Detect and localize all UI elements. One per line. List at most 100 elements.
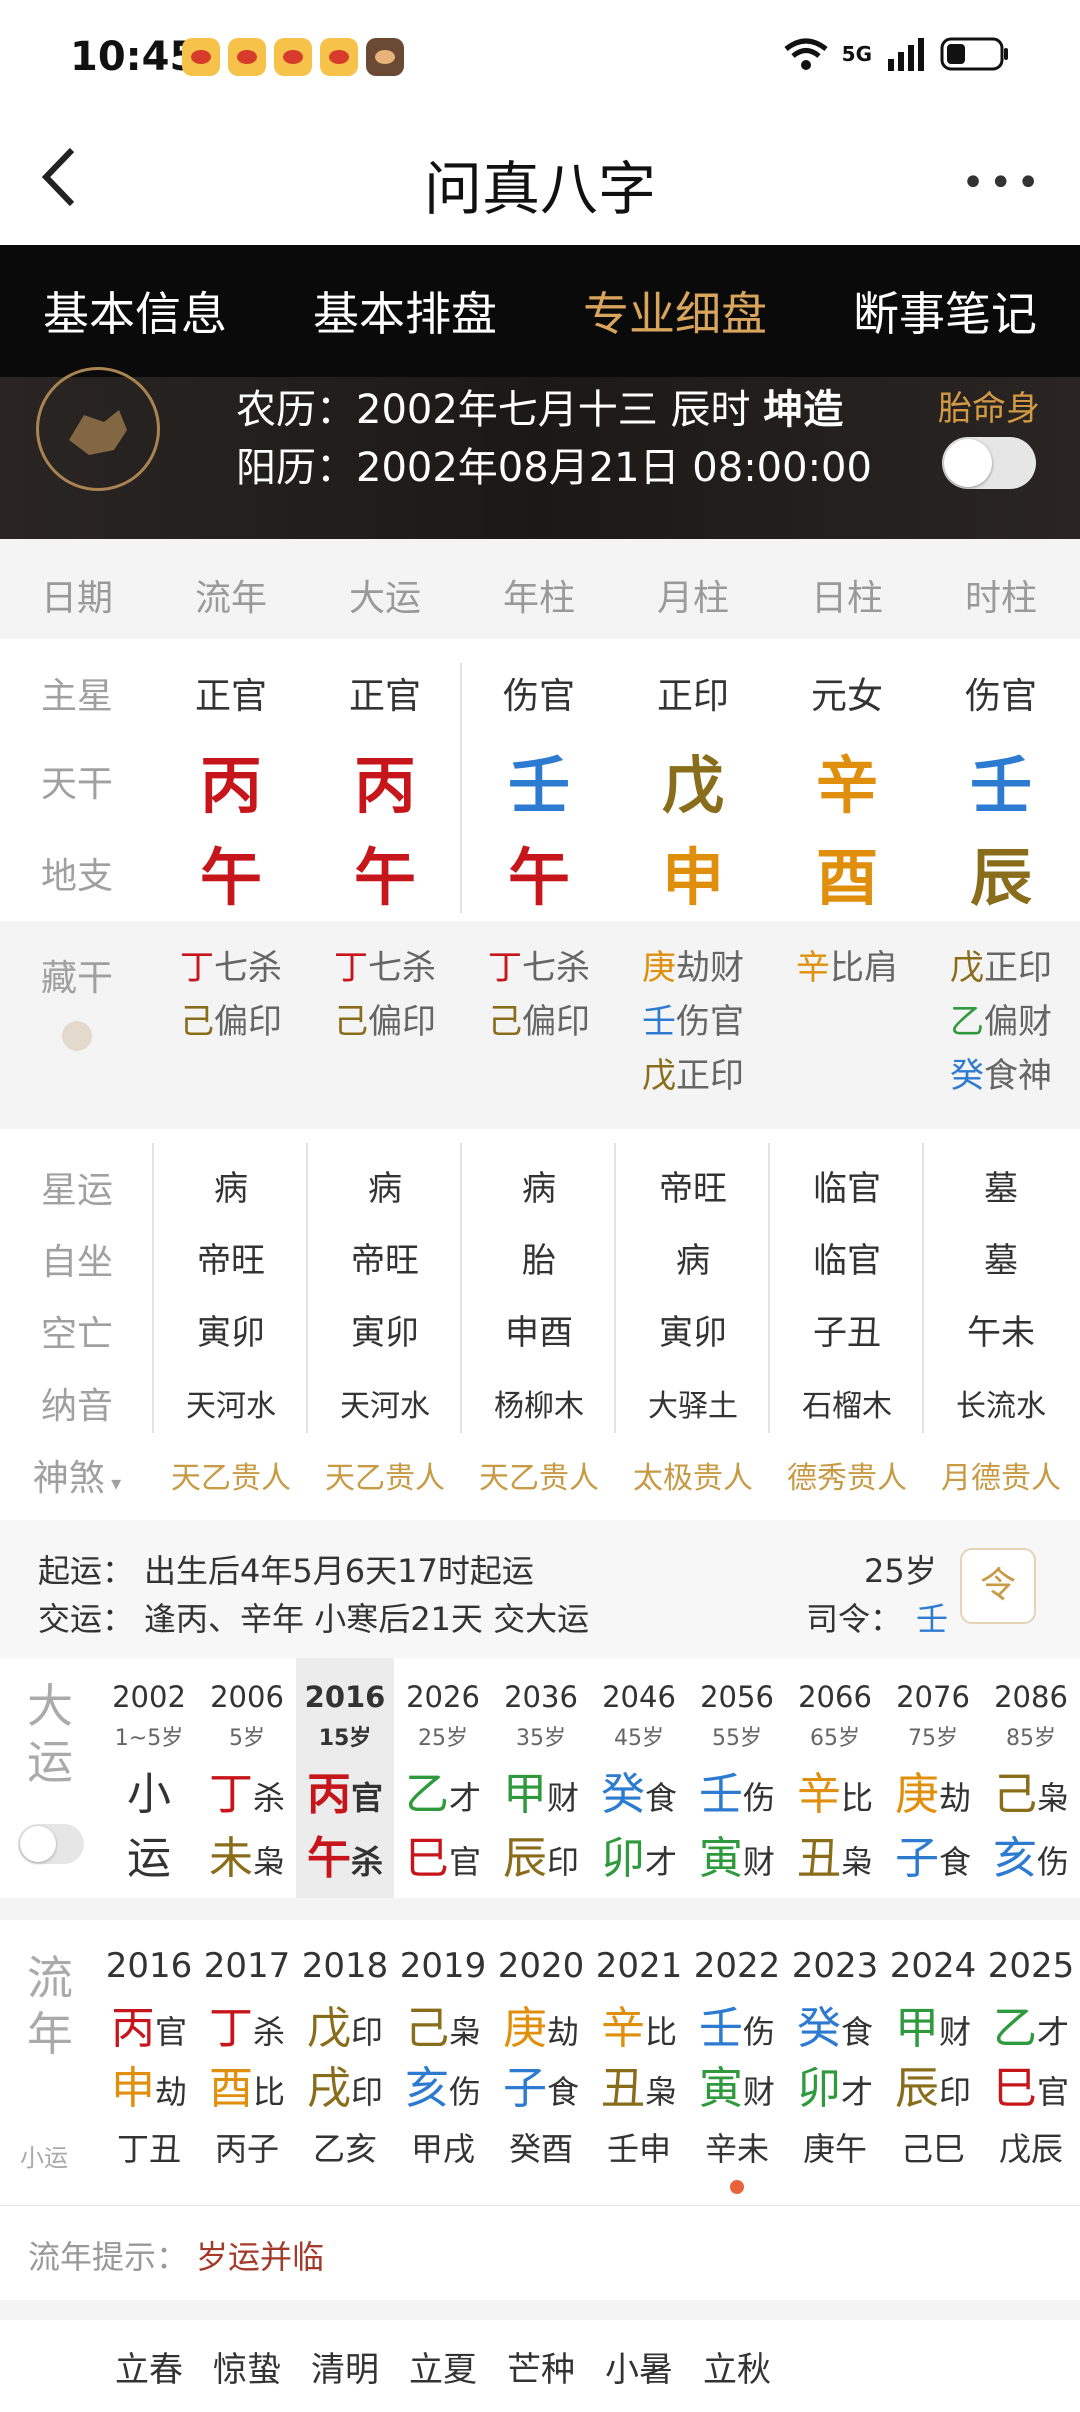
dayun-item[interactable]: 2026 25岁 乙才 巳官 (394, 1658, 492, 1898)
liunian-item-current[interactable]: 2022 壬伤 寅财 辛未 (688, 1920, 786, 2205)
dayun-item[interactable]: 2076 75岁 庚劫 子食 (884, 1658, 982, 1898)
extra-rows: 星运 自坐 空亡 纳音 神煞 ▾ 病 病 病 帝旺 临官 墓 帝旺 帝旺 胎 病… (0, 1129, 1080, 1520)
shensha-cell[interactable]: 天乙贵人 (462, 1453, 616, 1497)
tiangan-cell: 戊 (661, 749, 724, 822)
zhuxing-cell: 正官 (348, 676, 421, 717)
pillars-main: 主星 天干 地支 正官 正官 伤官 正印 元女 伤官 丙 丙 壬 戊 辛 壬 午… (0, 639, 1080, 921)
jieqi-item[interactable]: 小暑 (590, 2342, 688, 2391)
signal-icon (888, 38, 924, 71)
nayin-cell: 天河水 (186, 1389, 276, 1424)
xingyun-cell: 临官 (813, 1169, 881, 1209)
xingyun-cell: 病 (522, 1169, 556, 1209)
app-header: 问真八字 ••• (0, 120, 1080, 245)
tai-ming-shen-label: 胎命身 (938, 389, 1040, 429)
xingyun-cell: 墓 (984, 1169, 1018, 1209)
lunar-date: 农历：2002年七月十三 辰时 坤造 (236, 387, 844, 433)
nayin-cell: 大驿土 (648, 1389, 738, 1424)
shensha-cell[interactable]: 德秀贵人 (770, 1453, 924, 1497)
liunian-item[interactable]: 2017 丁杀 酉比 丙子 (198, 1920, 296, 2205)
weibo-icon (182, 38, 220, 76)
pin-icon[interactable] (62, 1021, 92, 1051)
nayin-cell: 杨柳木 (494, 1389, 584, 1424)
jieqi-item[interactable]: 立春 (100, 2342, 198, 2391)
wifi-icon (784, 38, 828, 70)
row-label-nayin: 纳音 (40, 1386, 113, 1427)
network-type: 5G (841, 42, 872, 66)
tip-text: 流年提示： 岁运并临 (28, 2238, 325, 2276)
jiaoyun-line: 交运： 逢丙、辛年 小寒后21天 交大运 (38, 1600, 590, 1638)
profile-banner: 农历：2002年七月十三 辰时 坤造 阳历：2002年08月21日 08:00:… (0, 367, 1080, 539)
canggan-cell: 辛比肩 (796, 948, 898, 988)
dayun-toggle[interactable] (18, 1824, 84, 1864)
col-dayun: 大运 (348, 578, 421, 619)
status-right: 5G (784, 36, 1010, 72)
canggan-cell: 丁七杀 己偏印 (334, 948, 436, 1042)
col-date: 日期 (40, 578, 113, 619)
jieqi-item[interactable]: 立夏 (394, 2342, 492, 2391)
liunian-item[interactable]: 2019 己枭 亥伤 甲戌 (394, 1920, 492, 2205)
battery-icon (940, 37, 1008, 71)
game-app-icon (366, 38, 404, 76)
jieqi-item[interactable]: 惊蛰 (198, 2342, 296, 2391)
dayun-item[interactable]: 2046 45岁 癸食 卯才 (590, 1658, 688, 1898)
dayun-item[interactable]: 2036 35岁 甲财 辰印 (492, 1658, 590, 1898)
tab-basic-info[interactable]: 基本信息 (0, 278, 270, 344)
liunian-item[interactable]: 2023 癸食 卯才 庚午 (786, 1920, 884, 2205)
liunian-item[interactable]: 2025 乙才 巳官 戊辰 (982, 1920, 1080, 2205)
tab-bar: 基本信息 基本排盘 专业细盘 断事笔记 (0, 245, 1080, 377)
page-title: 问真八字 (423, 155, 656, 223)
shensha-cell[interactable]: 天乙贵人 (308, 1453, 462, 1497)
kongwang-cell: 申酉 (505, 1313, 573, 1353)
jieqi-item[interactable]: 清明 (296, 2342, 394, 2391)
col-hour-pillar: 时柱 (964, 578, 1037, 619)
xingyun-cell: 帝旺 (659, 1169, 727, 1209)
kongwang-cell: 寅卯 (659, 1313, 727, 1353)
liunian-item[interactable]: 2021 辛比 丑枭 壬申 (590, 1920, 688, 2205)
toggle-knob (944, 439, 992, 487)
kongwang-cell: 午未 (967, 1313, 1035, 1353)
tai-ming-shen-toggle[interactable] (942, 437, 1036, 489)
zizuo-cell: 墓 (984, 1241, 1018, 1281)
siling: 司令：壬 (806, 1600, 949, 1638)
liunian-item[interactable]: 2020 庚劫 子食 癸酉 (492, 1920, 590, 2205)
qiyun-line: 起运： 出生后4年5月6天17时起运 (38, 1552, 534, 1590)
zizuo-cell: 胎 (522, 1241, 556, 1281)
canggan-cell: 丁七杀 己偏印 (488, 948, 590, 1042)
more-icon[interactable]: ••• (961, 160, 1044, 206)
dizhi-cell: 酉 (815, 841, 878, 914)
dayun-item[interactable]: 2002 1~5岁 小 运 (100, 1658, 198, 1898)
dayun-item[interactable]: 2056 55岁 壬伤 寅财 (688, 1658, 786, 1898)
xiaoyun-label: 小运 (20, 2144, 68, 2172)
shensha-cell[interactable]: 天乙贵人 (154, 1453, 308, 1497)
liunian-tip: 流年提示： 岁运并临 (0, 2205, 1080, 2301)
zhuxing-cell: 伤官 (964, 676, 1037, 717)
dayun-label: 大运 (27, 1679, 73, 1789)
dayun-section: 大运 2002 1~5岁 小 运 2006 5岁 丁杀 未枭 2016 15岁 … (0, 1658, 1080, 1898)
liunian-item[interactable]: 2018 戊印 戌印 乙亥 (296, 1920, 394, 2205)
jieqi-item[interactable]: 立秋 (688, 2342, 786, 2391)
section-gap (0, 1898, 1080, 1920)
liunian-item[interactable]: 2024 甲财 辰印 己巳 (884, 1920, 982, 2205)
row-label-shensha[interactable]: 神煞 ▾ (0, 1449, 154, 1501)
canggan-cell: 丁七杀 己偏印 (180, 948, 282, 1042)
shensha-cell[interactable]: 月德贵人 (924, 1453, 1078, 1497)
row-label-zizuo: 自坐 (40, 1242, 113, 1283)
qiyun-section: 起运： 出生后4年5月6天17时起运 交运： 逢丙、辛年 小寒后21天 交大运 25… (0, 1520, 1080, 1658)
dayun-item[interactable]: 2086 85岁 己枭 亥伤 (982, 1658, 1080, 1898)
tab-pro-chart[interactable]: 专业细盘 (540, 278, 810, 344)
calendar-icon[interactable]: 令 (960, 1548, 1036, 1624)
dizhi-cell: 申 (661, 841, 724, 914)
jieqi-item[interactable]: 芒种 (492, 2342, 590, 2391)
liunian-item[interactable]: 2016 丙官 申劫 丁丑 (100, 1920, 198, 2205)
tab-basic-chart[interactable]: 基本排盘 (270, 278, 540, 344)
notification-icons (182, 38, 404, 76)
row-label-canggan: 藏干 (40, 958, 113, 999)
status-bar: 10:45 5G (0, 0, 1080, 120)
dayun-item[interactable]: 2066 65岁 辛比 丑枭 (786, 1658, 884, 1898)
dayun-item-selected[interactable]: 2016 15岁 丙官 午杀 (296, 1658, 394, 1898)
shensha-cell[interactable]: 太极贵人 (616, 1453, 770, 1497)
pillar-column-headers: 日期 流年 大运 年柱 月柱 日柱 时柱 (0, 539, 1080, 639)
canggan-section: 藏干 丁七杀 己偏印 丁七杀 己偏印 丁七杀 己偏印 庚劫财 壬伤官 戊正印 辛… (0, 921, 1080, 1129)
tab-notes[interactable]: 断事笔记 (810, 278, 1080, 344)
dayun-item[interactable]: 2006 5岁 丁杀 未枭 (198, 1658, 296, 1898)
